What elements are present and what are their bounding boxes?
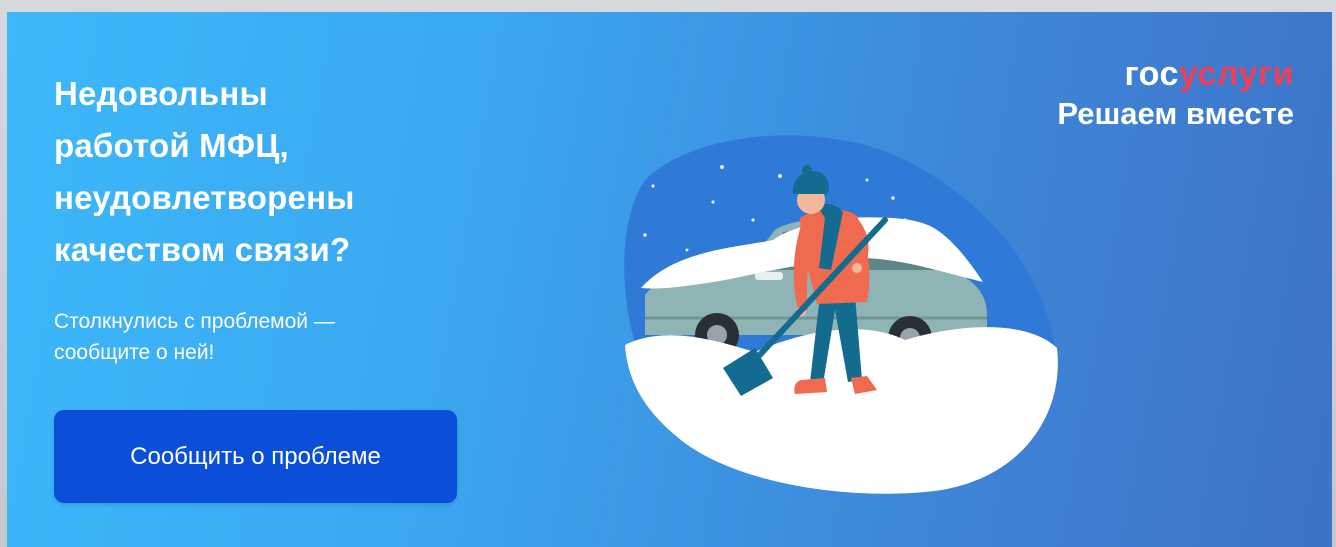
gosuslugi-brand: госуслуги Решаем вместе [1057, 56, 1294, 134]
brand-tagline: Решаем вместе [1057, 96, 1294, 131]
headline-line: качеством связи? [54, 231, 351, 268]
logo-part-gos: гос [1124, 55, 1179, 93]
gosuslugi-logo: госуслуги [1057, 56, 1294, 92]
headline-line: работой МФЦ, [54, 127, 289, 164]
subtext-line: Столкнулись с проблемой — [54, 310, 335, 333]
subtext-line: сообщите о ней! [54, 341, 215, 364]
banner-subtext: Столкнулись с проблемой — сообщите о ней… [54, 306, 474, 368]
banner-headline: Недовольны работой МФЦ, неудовлетворены … [54, 68, 474, 276]
snow-drift [625, 327, 1058, 494]
report-problem-button[interactable]: Сообщить о проблеме [54, 410, 457, 503]
promo-banner[interactable]: Недовольны работой МФЦ, неудовлетворены … [7, 12, 1332, 547]
logo-part-uslugi: услуги [1178, 55, 1294, 93]
person-shoveling-snow-illustration-icon [624, 135, 1058, 494]
headline-line: неудовлетворены [54, 179, 355, 216]
page-frame: Недовольны работой МФЦ, неудовлетворены … [0, 0, 1336, 547]
headline-line: Недовольны [54, 75, 268, 112]
